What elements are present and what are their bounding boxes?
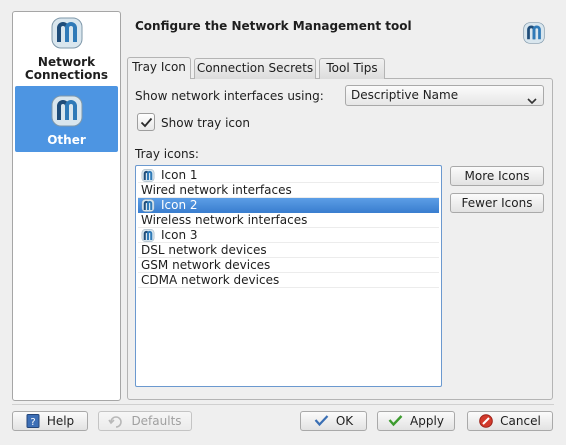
tab-tool-tips[interactable]: Tool Tips: [319, 58, 385, 79]
list-item[interactable]: DSL network devices: [138, 243, 439, 258]
sidebar-item-label: Connections: [24, 68, 109, 82]
chevron-down-icon: [527, 92, 537, 111]
apply-check-icon: [388, 414, 403, 432]
list-item-selected[interactable]: Icon 2: [138, 198, 439, 213]
more-icons-button[interactable]: More Icons: [450, 166, 544, 186]
interfaces-select-value: Descriptive Name: [351, 88, 459, 102]
sidebar-item-other[interactable]: Other: [15, 86, 118, 152]
svg-text:?: ?: [30, 417, 35, 428]
checkmark-icon: [140, 117, 153, 128]
network-manager-icon: [51, 17, 83, 52]
help-icon: ?: [26, 414, 40, 433]
cancel-icon: [479, 414, 493, 433]
cancel-button[interactable]: Cancel: [467, 411, 553, 431]
defaults-button[interactable]: Defaults: [98, 411, 192, 431]
footer-divider: [12, 404, 554, 405]
category-sidebar: Network Connections Other: [12, 11, 121, 401]
tab-tray-icon[interactable]: Tray Icon: [127, 57, 191, 79]
tray-icons-label: Tray icons:: [135, 147, 199, 161]
list-item[interactable]: Wireless network interfaces: [138, 213, 439, 228]
show-tray-icon-label: Show tray icon: [161, 116, 250, 130]
list-item[interactable]: Wired network interfaces: [138, 183, 439, 198]
list-item[interactable]: Icon 3: [138, 228, 439, 243]
list-item[interactable]: GSM network devices: [138, 258, 439, 273]
tab-connection-secrets[interactable]: Connection Secrets: [194, 58, 316, 79]
list-item[interactable]: Icon 1: [138, 168, 439, 183]
network-manager-icon: [51, 95, 83, 130]
list-item[interactable]: CDMA network devices: [138, 273, 439, 288]
sidebar-item-network-connections[interactable]: Network Connections: [15, 16, 118, 84]
page-title: Configure the Network Management tool: [135, 19, 412, 33]
interfaces-select[interactable]: Descriptive Name: [345, 85, 544, 106]
network-manager-icon: [523, 22, 545, 47]
show-tray-icon-checkbox[interactable]: [137, 113, 155, 131]
fewer-icons-button[interactable]: Fewer Icons: [450, 193, 544, 213]
restore-defaults-icon: [108, 414, 124, 433]
help-button[interactable]: ? Help: [12, 411, 88, 431]
tray-icons-list[interactable]: Icon 1 Wired network interfaces Icon 2 W…: [135, 165, 442, 387]
interfaces-label: Show network interfaces using:: [135, 89, 324, 103]
ok-button[interactable]: OK: [300, 411, 367, 431]
apply-button[interactable]: Apply: [377, 411, 455, 431]
sidebar-item-label: Other: [47, 133, 86, 147]
checkmark-icon: [314, 414, 329, 432]
